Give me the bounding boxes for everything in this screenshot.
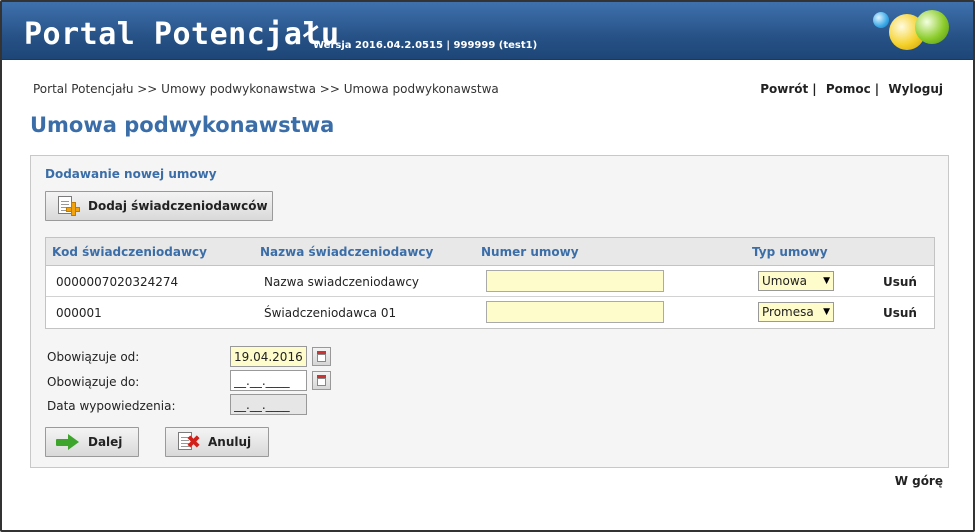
page-title: Umowa podwykonawstwa (30, 113, 335, 137)
contract-number-input[interactable] (486, 301, 664, 323)
table-header: Kod świadczeniodawcy Nazwa świadczenioda… (46, 238, 934, 266)
app-title: Portal Potencjału (24, 17, 340, 52)
provider-name: Świadczeniodawca 01 (264, 306, 397, 320)
contract-type-value: Umowa (762, 274, 807, 288)
termination-date-input (230, 394, 307, 415)
blue-ball-icon (873, 12, 889, 28)
header-code: Kod świadczeniodawcy (52, 245, 207, 259)
dropdown-arrow-icon: ▼ (823, 276, 830, 286)
cancel-button[interactable]: ✖ Anuluj (165, 427, 269, 457)
contract-type-select[interactable]: Promesa ▼ (758, 302, 834, 322)
new-contract-panel: Dodawanie nowej umowy Dodaj świadczeniod… (30, 155, 949, 468)
provider-name: Nazwa swiadczeniodawcy (264, 275, 420, 289)
add-providers-button[interactable]: Dodaj świadczeniodawców (45, 191, 273, 221)
header-number: Numer umowy (481, 245, 579, 259)
add-providers-label: Dodaj świadczeniodawców (88, 199, 268, 213)
top-nav: Powrót | Pomoc | Wyloguj (760, 82, 943, 96)
nav-separator: | (812, 82, 817, 96)
version-info: Wersja 2016.04.2.0515 | 999999 (test1) (313, 40, 538, 51)
provider-code: 0000007020324274 (56, 275, 179, 289)
table-row: 000001 Świadczeniodawca 01 Promesa ▼ Usu… (46, 297, 934, 328)
valid-from-label: Obowiązuje od: (47, 350, 140, 364)
delete-row-link[interactable]: Usuń (883, 275, 917, 289)
section-title: Dodawanie nowej umowy (45, 167, 217, 181)
header-type: Typ umowy (752, 245, 828, 259)
dropdown-arrow-icon: ▼ (823, 307, 830, 317)
calendar-icon[interactable] (312, 371, 331, 390)
cancel-document-icon: ✖ (174, 431, 202, 453)
contract-type-select[interactable]: Umowa ▼ (758, 271, 834, 291)
header-banner: Portal Potencjału Wersja 2016.04.2.0515 … (2, 2, 973, 60)
back-link[interactable]: Powrót (760, 82, 808, 96)
help-link[interactable]: Pomoc (826, 82, 871, 96)
contract-number-input[interactable] (486, 270, 664, 292)
header-name: Nazwa świadczeniodawcy (260, 245, 434, 259)
valid-from-input[interactable] (230, 346, 307, 367)
logo-balls-icon (873, 8, 963, 56)
logout-link[interactable]: Wyloguj (888, 82, 943, 96)
cancel-label: Anuluj (208, 435, 252, 449)
arrow-right-icon (54, 431, 82, 453)
app-window: Portal Potencjału Wersja 2016.04.2.0515 … (0, 0, 975, 532)
back-to-top-link[interactable]: W górę (895, 474, 943, 488)
green-ball-icon (915, 10, 949, 44)
contract-type-value: Promesa (762, 305, 814, 319)
termination-date-label: Data wypowiedzenia: (47, 399, 176, 413)
breadcrumb: Portal Potencjału >> Umowy podwykonawstw… (33, 82, 499, 96)
providers-table: Kod świadczeniodawcy Nazwa świadczenioda… (45, 237, 935, 329)
next-button[interactable]: Dalej (45, 427, 139, 457)
table-row: 0000007020324274 Nazwa swiadczeniodawcy … (46, 266, 934, 297)
valid-to-label: Obowiązuje do: (47, 375, 140, 389)
provider-code: 000001 (56, 306, 102, 320)
delete-row-link[interactable]: Usuń (883, 306, 917, 320)
next-label: Dalej (88, 435, 123, 449)
nav-separator: | (874, 82, 880, 96)
valid-to-input[interactable] (230, 370, 307, 391)
add-document-icon (54, 195, 82, 217)
calendar-icon[interactable] (312, 347, 331, 366)
